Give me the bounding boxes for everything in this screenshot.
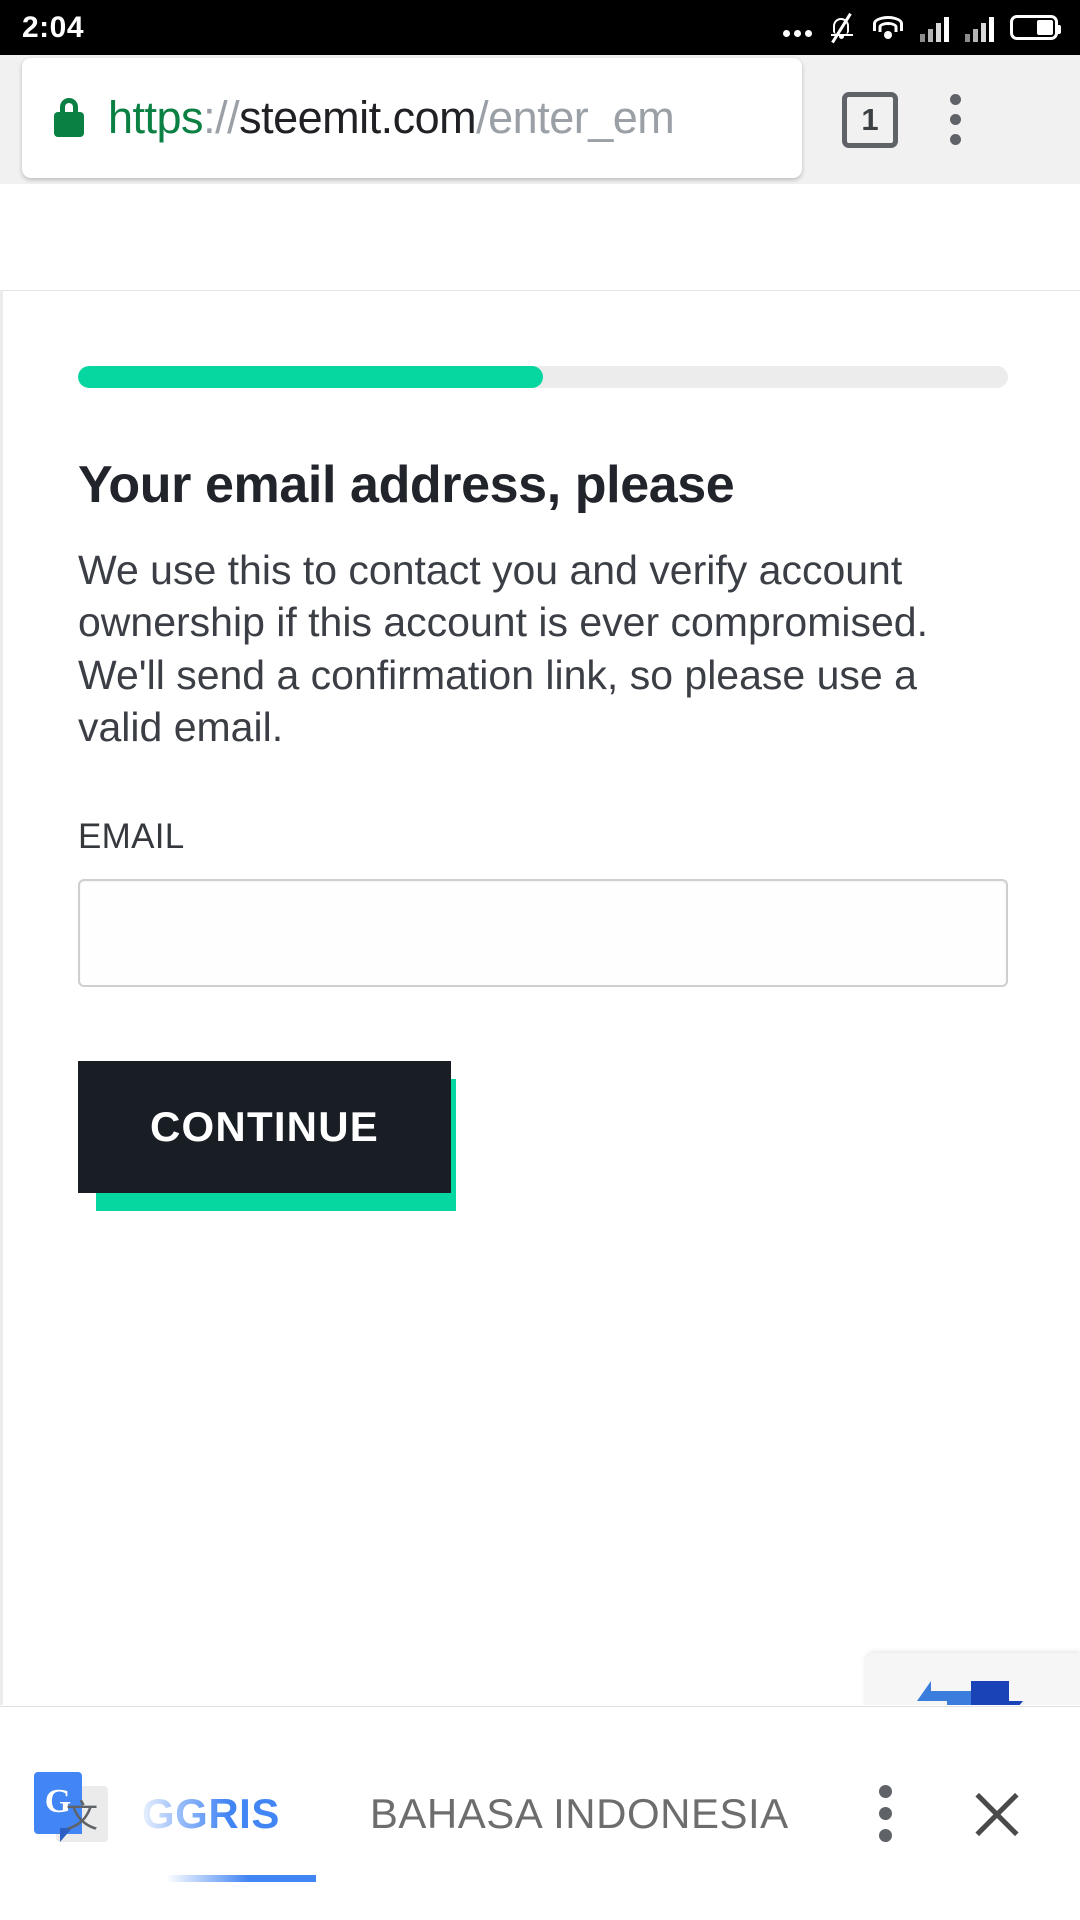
- status-icon-group: [783, 12, 1061, 43]
- url-host: steemit.com: [239, 91, 477, 143]
- battery-icon: [1010, 15, 1061, 40]
- close-icon[interactable]: [970, 1787, 1024, 1841]
- status-bar: 2:04: [0, 0, 1080, 55]
- source-language-underline: [166, 1874, 316, 1882]
- lock-icon: [52, 97, 86, 139]
- notifications-muted-icon: [828, 12, 856, 43]
- more-dots-icon: [783, 13, 812, 43]
- signup-progress-bar: [78, 366, 1008, 388]
- page-description: We use this to contact you and verify ac…: [78, 547, 928, 751]
- signal-icon-sim1: [920, 14, 949, 42]
- translate-menu-icon[interactable]: [879, 1785, 892, 1842]
- email-field-label: EMAIL: [78, 816, 185, 856]
- signup-progress-fill: [78, 366, 543, 388]
- browser-menu-icon[interactable]: [950, 94, 961, 145]
- continue-button-wrapper: CONTINUE: [78, 1060, 458, 1211]
- page-title: Your email address, please: [78, 456, 735, 514]
- google-translate-bar: G 文 GGRIS BAHASA INDONESIA: [0, 1706, 1080, 1920]
- address-bar[interactable]: https://steemit.com/enter_em: [22, 57, 802, 178]
- email-input[interactable]: [78, 878, 1008, 987]
- google-translate-icon: G 文: [34, 1771, 108, 1850]
- signal-icon-sim2: [965, 14, 994, 42]
- chrome-gap: [0, 184, 1080, 290]
- source-language-tab[interactable]: GGRIS: [142, 1790, 280, 1837]
- translate-arrow-icon: [917, 1681, 1023, 1705]
- phone-screen: 2:04 https://steemit.com/enter_em 1 Your…: [0, 0, 1080, 1920]
- web-page-content: Your email address, please We use this t…: [0, 290, 1080, 1705]
- target-language-tab[interactable]: BAHASA INDONESIA: [370, 1790, 789, 1838]
- url-scheme: https: [108, 91, 204, 143]
- url-separator: ://: [203, 91, 240, 143]
- url-text: https://steemit.com/enter_em: [108, 91, 675, 144]
- source-language-wrapper[interactable]: GGRIS: [142, 1790, 316, 1882]
- browser-toolbar: https://steemit.com/enter_em 1: [0, 55, 1080, 184]
- tab-count-button[interactable]: 1: [842, 91, 898, 148]
- translate-floating-card[interactable]: [865, 1653, 1080, 1705]
- continue-button[interactable]: CONTINUE: [78, 1060, 451, 1193]
- wifi-icon: [872, 15, 904, 41]
- status-clock: 2:04: [22, 10, 85, 44]
- url-path: /enter_em: [476, 91, 675, 143]
- signup-form-container: Your email address, please We use this t…: [3, 291, 1080, 1211]
